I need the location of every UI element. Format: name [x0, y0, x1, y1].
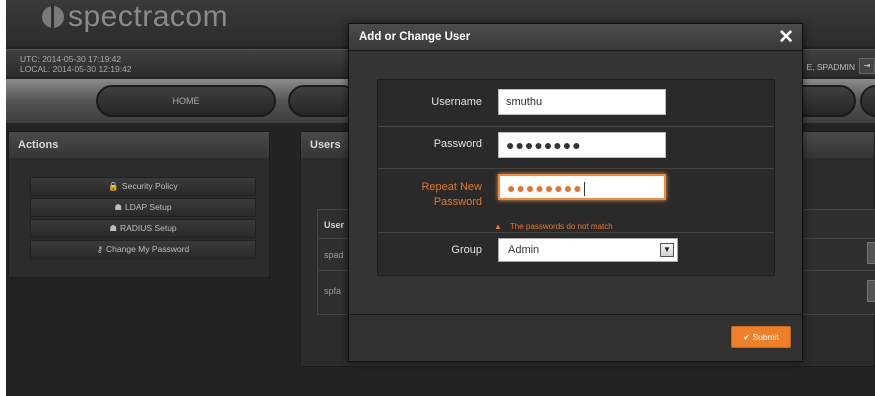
submit-button[interactable]: ✔ Submit — [731, 326, 791, 348]
logout-icon: ⇥ — [863, 61, 871, 70]
divider — [378, 232, 774, 233]
divider — [378, 126, 774, 127]
app-window: spectracom UTC: 2014-05-30 17:19:42 LOCA… — [6, 0, 875, 396]
password-field[interactable]: ●●●●●●●● — [498, 132, 666, 158]
group-select[interactable]: Admin ▼ — [498, 238, 678, 262]
action-label: Change My Password — [106, 244, 190, 254]
users-icon: ☗ — [109, 223, 117, 233]
actions-title: Actions — [9, 132, 269, 158]
table-row[interactable]: spfa — [324, 286, 341, 296]
logo-text: spectracom — [68, 0, 229, 33]
nav-button[interactable] — [860, 85, 875, 117]
row-action-button[interactable] — [867, 280, 875, 302]
local-time: LOCAL: 2014-05-30 12:19:42 — [20, 64, 132, 74]
chevron-down-icon[interactable]: ▼ — [660, 243, 674, 257]
logo-mark-icon — [42, 4, 64, 30]
divider — [378, 168, 774, 169]
logo: spectracom — [42, 2, 228, 32]
check-icon: ✔ — [743, 332, 751, 342]
nav-home-button[interactable]: HOME — [96, 85, 276, 117]
repeat-password-label-line2: Password — [433, 196, 482, 208]
row-action-button[interactable] — [867, 242, 875, 264]
username-field[interactable]: smuthu — [498, 89, 666, 115]
dialog-footer: ✔ Submit — [349, 314, 802, 361]
group-label: Group — [451, 244, 482, 256]
table-header-user: User — [324, 220, 345, 230]
dialog-body: Username smuthu Password ●●●●●●●● Repeat… — [349, 52, 802, 314]
table-row[interactable]: spad — [324, 250, 344, 260]
username-label: Username — [431, 96, 482, 108]
actions-panel: Actions 🔒 Security Policy ☗ LDAP Setup ☗ RA… — [8, 131, 270, 278]
dialog-header: Add or Change User ✕ — [349, 24, 802, 51]
text-caret — [583, 182, 585, 197]
lock-icon: 🔒 — [108, 181, 119, 191]
user-form: Username smuthu Password ●●●●●●●● Repeat… — [377, 79, 775, 276]
key-icon: ⚷ — [96, 244, 104, 254]
ldap-setup-button[interactable]: ☗ LDAP Setup — [30, 198, 256, 217]
repeat-password-field[interactable]: ●●●●●●●● — [498, 174, 666, 200]
password-mismatch-error: ▲ The passwords do not match — [494, 222, 613, 231]
logout-button[interactable]: ⇥ — [859, 58, 875, 74]
radius-setup-button[interactable]: ☗ RADIUS Setup — [30, 219, 256, 238]
change-password-button[interactable]: ⚷ Change My Password — [30, 240, 256, 259]
time-display: UTC: 2014-05-30 17:19:42 LOCAL: 2014-05-… — [20, 54, 132, 74]
password-label: Password — [433, 138, 482, 150]
repeat-password-label: Repeat New Password — [378, 180, 482, 210]
utc-time: UTC: 2014-05-30 17:19:42 — [20, 54, 122, 64]
security-policy-button[interactable]: 🔒 Security Policy — [30, 177, 256, 196]
close-icon[interactable]: ✕ — [778, 26, 794, 49]
error-text: The passwords do not match — [509, 222, 613, 231]
action-label: Security Policy — [121, 181, 178, 191]
repeat-password-label-line1: Repeat New — [421, 181, 482, 193]
add-change-user-dialog: Add or Change User ✕ Username smuthu Pas… — [348, 23, 803, 362]
action-label: LDAP Setup — [124, 202, 172, 212]
users-icon: ☗ — [114, 202, 122, 212]
dialog-title: Add or Change User — [359, 31, 471, 43]
repeat-password-value: ●●●●●●●● — [507, 180, 583, 196]
warning-icon: ▲ — [494, 222, 502, 231]
action-label: RADIUS Setup — [119, 223, 177, 233]
submit-label: Submit — [752, 332, 779, 342]
current-user: E, SPADMIN — [806, 62, 856, 72]
group-selected-value: Admin — [508, 244, 540, 256]
